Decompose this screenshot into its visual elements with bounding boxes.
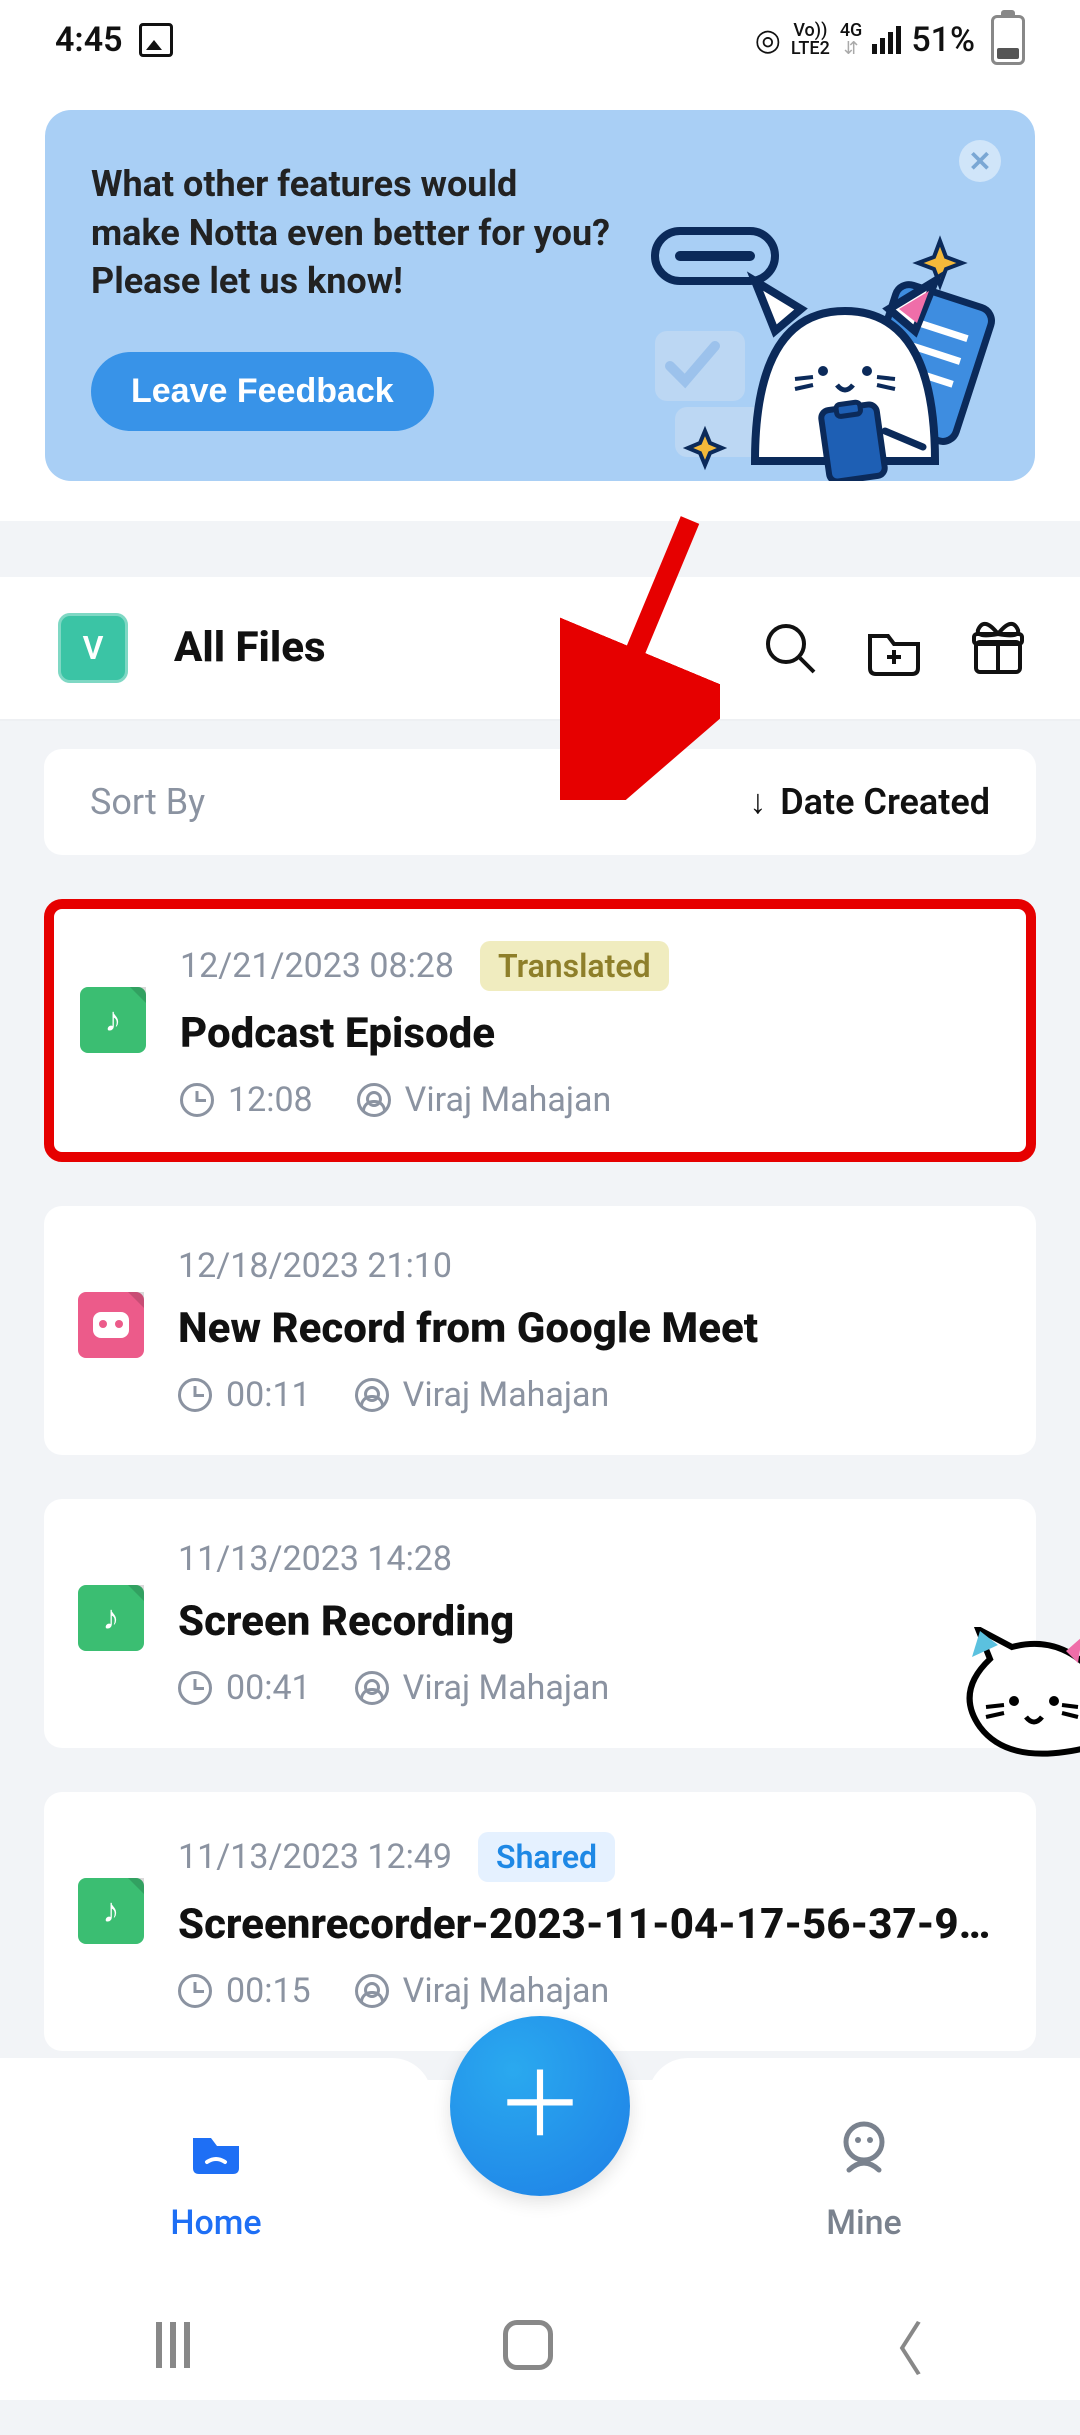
plus-icon: ＋	[495, 2061, 585, 2151]
android-back-button[interactable]: 〈	[866, 2303, 924, 2387]
sort-label: Sort By	[90, 781, 205, 823]
hotspot-icon: ◎	[755, 23, 781, 58]
nav-home[interactable]: Home	[0, 2086, 432, 2276]
translated-tag: Translated	[480, 941, 669, 991]
avatar[interactable]: V	[58, 613, 128, 683]
section-divider	[0, 521, 1080, 577]
file-duration: 00:11	[226, 1375, 311, 1415]
profile-icon	[835, 2120, 893, 2193]
file-author: Viraj Mahajan	[403, 1971, 610, 2011]
new-folder-button[interactable]	[862, 616, 926, 680]
nav-mine[interactable]: Mine	[648, 2086, 1080, 2276]
page-title[interactable]: All Files	[174, 623, 718, 672]
android-home-button[interactable]	[503, 2320, 553, 2370]
audio-file-icon: ♪	[78, 1585, 144, 1651]
status-bar-left: 4:45	[55, 20, 173, 60]
clock-icon	[178, 1974, 212, 2008]
audio-file-icon: ♪	[80, 987, 146, 1053]
mascot-floating-button[interactable]	[950, 1627, 1080, 1757]
add-button[interactable]: ＋	[450, 2016, 630, 2196]
android-nav-bar: 〈	[0, 2290, 1080, 2400]
clock-icon	[178, 1378, 212, 1412]
user-icon	[357, 1083, 391, 1117]
bottom-nav-shell: Home Mine ＋ 〈	[0, 2060, 1080, 2400]
gift-button[interactable]	[966, 616, 1030, 680]
nav-mine-label: Mine	[826, 2203, 902, 2243]
leave-feedback-button[interactable]: Leave Feedback	[91, 352, 434, 431]
file-date: 12/18/2023 21:10	[178, 1246, 452, 1286]
banner-cat-illustration	[635, 221, 1015, 481]
shared-tag: Shared	[478, 1832, 615, 1882]
file-author: Viraj Mahajan	[403, 1375, 610, 1415]
home-folder-icon	[187, 2120, 245, 2193]
file-title: Podcast Episode	[180, 1009, 1004, 1058]
file-card[interactable]: ♪ 12/21/2023 08:28 Translated Podcast Ep…	[44, 899, 1036, 1162]
file-date: 11/13/2023 12:49	[178, 1837, 452, 1877]
data-icon: 4G ⇵	[840, 22, 863, 58]
file-title: New Record from Google Meet	[178, 1304, 1006, 1353]
battery-icon	[991, 15, 1025, 65]
file-card[interactable]: ♪ 11/13/2023 14:28 Screen Recording 00:4…	[44, 1499, 1036, 1748]
banner-title: What other features would make Notta eve…	[91, 160, 611, 306]
clock-icon	[178, 1671, 212, 1705]
clock-icon	[180, 1083, 214, 1117]
arrow-down-icon: ↓	[749, 782, 766, 822]
sort-value[interactable]: ↓ Date Created	[749, 781, 990, 823]
user-icon	[355, 1974, 389, 2008]
file-author: Viraj Mahajan	[403, 1668, 610, 1708]
file-date: 12/21/2023 08:28	[180, 946, 454, 986]
file-title: Screen Recording	[178, 1597, 1006, 1646]
battery-percent: 51%	[911, 20, 975, 60]
file-date: 11/13/2023 14:28	[178, 1539, 452, 1579]
status-time: 4:45	[55, 20, 123, 60]
status-bar: 4:45 ◎ Vo)) LTE2 4G ⇵ 51%	[0, 0, 1080, 80]
user-icon	[355, 1671, 389, 1705]
meet-file-icon	[78, 1292, 144, 1358]
network-icon: Vo)) LTE2	[791, 22, 830, 58]
feedback-banner: What other features would make Notta eve…	[45, 110, 1035, 481]
sort-bar[interactable]: Sort By ↓ Date Created	[44, 749, 1036, 855]
file-duration: 12:08	[228, 1080, 313, 1120]
network-secondary: LTE2	[791, 40, 830, 58]
gallery-status-icon	[139, 23, 173, 57]
audio-file-icon: ♪	[78, 1878, 144, 1944]
file-card[interactable]: ♪ 11/13/2023 12:49 Shared Screenrecorder…	[44, 1792, 1036, 2051]
nav-home-label: Home	[170, 2203, 261, 2243]
status-bar-right: ◎ Vo)) LTE2 4G ⇵ 51%	[755, 15, 1025, 65]
file-card[interactable]: 12/18/2023 21:10 New Record from Google …	[44, 1206, 1036, 1455]
signal-icon	[872, 26, 901, 54]
file-author: Viraj Mahajan	[405, 1080, 612, 1120]
file-duration: 00:15	[226, 1971, 311, 2011]
file-title: Screenrecorder-2023-11-04-17-56-37-9…	[178, 1900, 1006, 1949]
user-icon	[355, 1378, 389, 1412]
android-recents-button[interactable]	[156, 2322, 190, 2368]
file-duration: 00:41	[226, 1668, 311, 1708]
sort-value-text: Date Created	[780, 781, 990, 823]
banner-close-button[interactable]: ✕	[959, 140, 1001, 182]
header: V All Files	[0, 577, 1080, 721]
search-button[interactable]	[758, 616, 822, 680]
arrows-icon: ⇵	[840, 40, 863, 58]
